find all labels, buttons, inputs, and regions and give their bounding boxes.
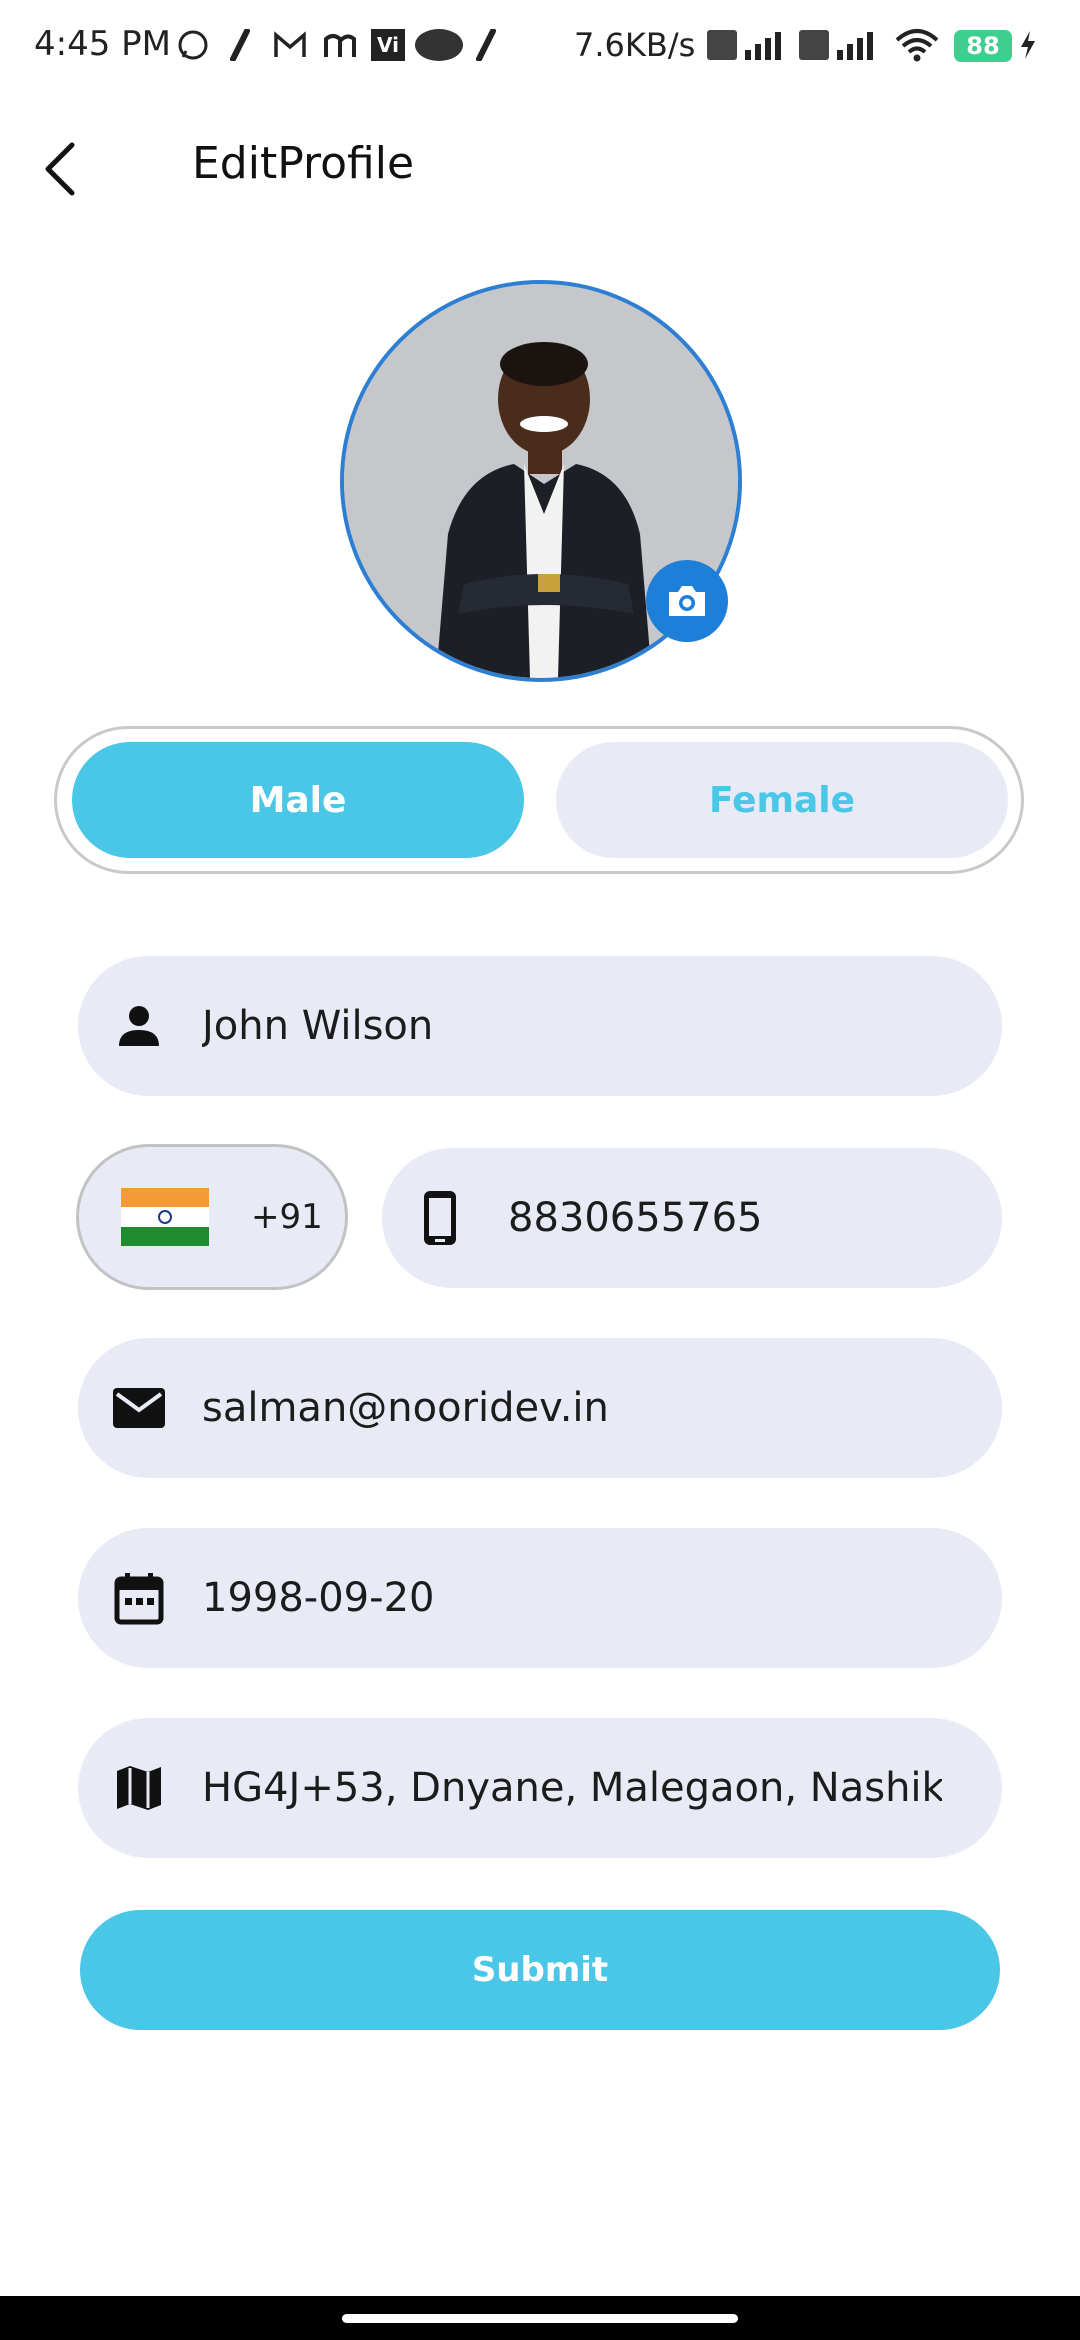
dial-code: +91 [251, 1197, 323, 1237]
calendar-icon [106, 1571, 172, 1625]
status-time: 4:45 PM [34, 24, 171, 64]
charging-icon [1016, 28, 1040, 62]
back-button[interactable] [30, 132, 90, 206]
volte-icon [706, 28, 738, 62]
name-field[interactable]: John Wilson [78, 956, 1002, 1096]
dot-icon [414, 28, 464, 62]
vi-icon: Vi [370, 28, 406, 62]
dob-value: 1998-09-20 [202, 1575, 435, 1621]
app-icon [472, 28, 502, 62]
phone-field[interactable]: 8830655765 [382, 1148, 1002, 1288]
battery-level: 88 [954, 30, 1012, 62]
app-icon [226, 28, 256, 62]
signal-icon [742, 28, 788, 62]
email-icon [106, 1386, 172, 1430]
address-field[interactable]: HG4J+53, Dnyane, Malegaon, Nashik Di [78, 1718, 1002, 1858]
back-arrow-icon [45, 142, 75, 196]
email-field[interactable]: salman@nooridev.in [78, 1338, 1002, 1478]
phone-number: 8830655765 [508, 1195, 763, 1241]
gmail-icon [272, 28, 308, 62]
network-speed: 7.6KB/s [574, 26, 696, 64]
address-value: HG4J+53, Dnyane, Malegaon, Nashik Di [202, 1765, 942, 1811]
map-icon [106, 1763, 172, 1813]
m-app-icon [322, 28, 358, 62]
camera-icon [669, 586, 705, 616]
country-code-picker[interactable]: +91 [76, 1144, 348, 1290]
change-photo-button[interactable] [646, 560, 728, 642]
page-title: EditProfile [192, 138, 415, 189]
person-icon [106, 1002, 172, 1050]
gender-female-button[interactable]: Female [556, 742, 1008, 858]
india-flag-icon [121, 1188, 209, 1246]
home-indicator[interactable] [342, 2314, 738, 2323]
gender-male-button[interactable]: Male [72, 742, 524, 858]
signal-icon [834, 28, 880, 62]
submit-button[interactable]: Submit [80, 1910, 1000, 2030]
volte-icon [798, 28, 830, 62]
wifi-icon [892, 28, 942, 62]
whatsapp-icon [176, 28, 210, 62]
email-value: salman@nooridev.in [202, 1385, 609, 1431]
dob-field[interactable]: 1998-09-20 [78, 1528, 1002, 1668]
status-bar: 4:45 PM Vi 7.6KB/s 88 [0, 0, 1080, 96]
name-value: John Wilson [202, 1003, 434, 1049]
phone-icon [410, 1189, 470, 1247]
